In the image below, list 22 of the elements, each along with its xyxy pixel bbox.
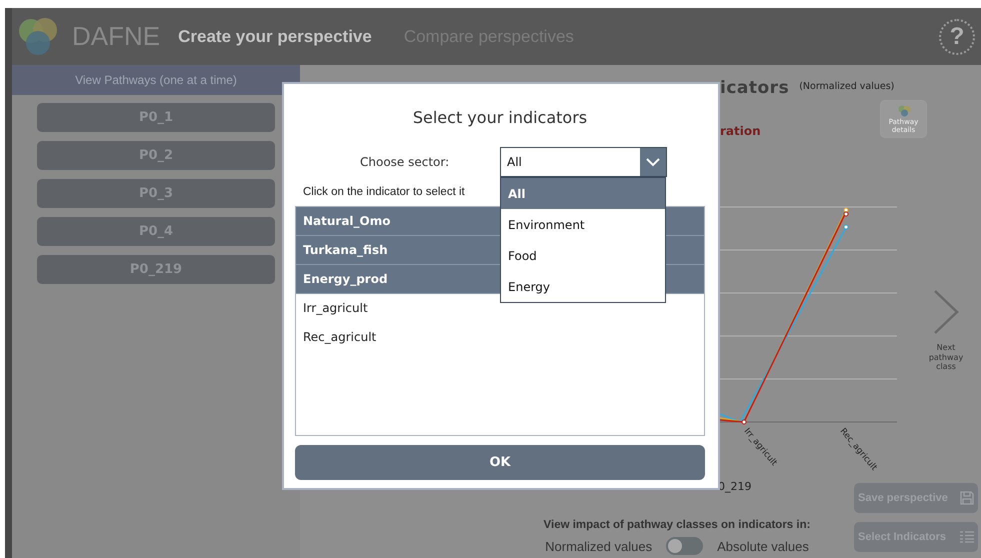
chevron-down-icon	[646, 158, 660, 166]
nav-tab[interactable]: Create your perspective	[178, 26, 372, 46]
sector-label: Choose sector:	[360, 155, 450, 169]
chart-title: icators	[720, 78, 790, 98]
next-arrow-button[interactable]	[933, 290, 959, 337]
ok-button[interactable]: OK	[295, 445, 705, 480]
values-toggle[interactable]	[666, 537, 704, 555]
save-icon	[960, 491, 974, 505]
dropdown-option[interactable]: All	[501, 178, 665, 209]
instruction-text: Click on the indicator to select it	[303, 186, 465, 198]
dialog-title: Select your indicators	[412, 108, 588, 129]
chart-subtitle: ration	[720, 124, 761, 140]
sidebar-heading: View Pathways (one at a time)	[12, 65, 300, 95]
toggle-right-label: Absolute values	[717, 538, 809, 554]
logo-icon	[898, 105, 911, 117]
list-icon	[960, 531, 974, 543]
title-note: (Normalized values)	[799, 81, 894, 92]
toggle-left-label: Normalized values	[545, 538, 652, 554]
sector-select[interactable]: All	[500, 147, 667, 177]
help-button[interactable]: ?	[939, 18, 975, 54]
impact-label: View impact of pathway classes on indicators in:	[544, 519, 810, 531]
next-label: Next pathway class	[928, 343, 964, 372]
